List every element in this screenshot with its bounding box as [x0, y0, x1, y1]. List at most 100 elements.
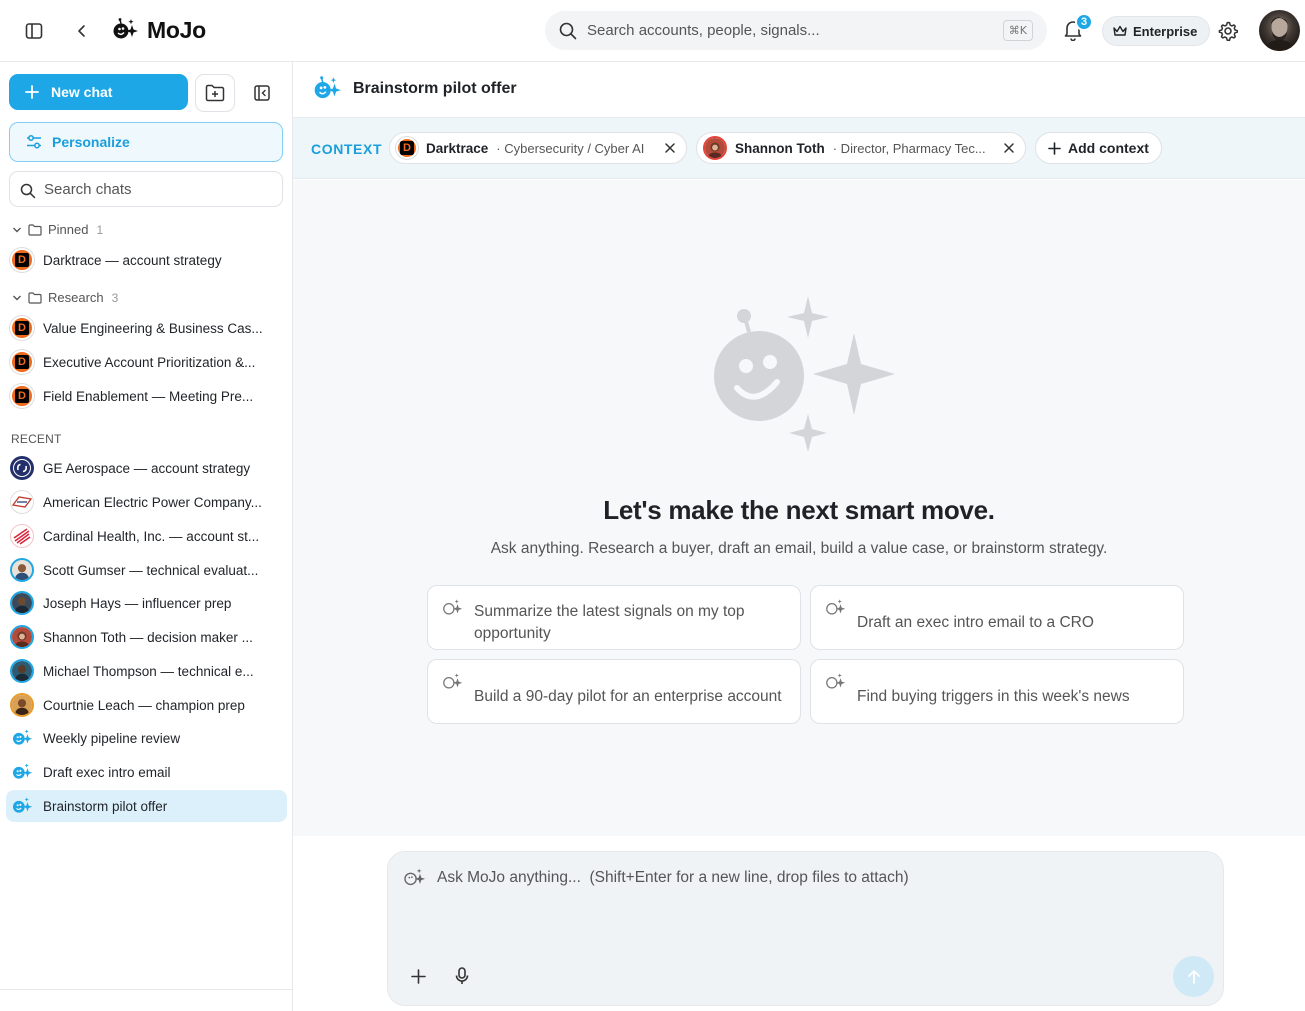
message-input[interactable] — [437, 869, 1197, 929]
new-chat-button[interactable]: New chat — [9, 74, 188, 110]
plus-icon — [410, 968, 426, 984]
send-button[interactable] — [1173, 956, 1214, 997]
context-chip-darktrace[interactable]: D Darktrace · Cybersecurity / Cyber AI — [389, 132, 687, 164]
ge-logo-icon — [10, 456, 34, 480]
main-panel: Brainstorm pilot offer CONTEXT D Darktra… — [293, 62, 1305, 1011]
chat-item-recent[interactable]: Courtnie Leach — champion prep — [6, 689, 287, 721]
suggestion-card[interactable]: Build a 90-day pilot for an enterprise a… — [427, 659, 801, 724]
pinned-count: 1 — [96, 222, 104, 237]
darktrace-logo-icon: D — [10, 350, 34, 374]
top-bar: MoJo ⌘K 3 Enterprise — [0, 0, 1305, 62]
search-icon — [559, 22, 577, 39]
suggestion-label: Draft an exec intro email to a CRO — [857, 613, 1094, 631]
darktrace-logo-icon: D — [10, 316, 34, 340]
microphone-icon — [455, 967, 469, 984]
attach-button[interactable] — [406, 964, 430, 988]
context-chip-sub: · Cybersecurity / Cyber AI — [496, 140, 645, 156]
search-shortcut-hint: ⌘K — [1002, 20, 1033, 41]
remove-context-button[interactable] — [1001, 140, 1017, 156]
chat-item-recent[interactable]: GE Aerospace — account strategy — [6, 452, 287, 484]
chat-item-recent[interactable]: Shannon Toth — decision maker ... — [6, 621, 287, 653]
chat-item-label: Brainstorm pilot offer — [43, 798, 168, 814]
chat-item-label: Weekly pipeline review — [43, 730, 181, 746]
darktrace-logo-icon: D — [396, 137, 418, 159]
global-search[interactable]: ⌘K — [545, 11, 1047, 50]
suggestion-card[interactable]: Summarize the latest signals on my top o… — [427, 585, 801, 650]
sidebar: New chat Personalize Pinned 1 D Darktrac… — [0, 62, 293, 1011]
gear-icon — [1218, 21, 1239, 41]
research-label: Research — [48, 290, 104, 305]
suggestion-card[interactable]: Find buying triggers in this week's news — [810, 659, 1184, 724]
sidebar-collapse-icon — [254, 85, 270, 101]
notification-count-badge: 3 — [1075, 13, 1093, 31]
chat-item-label: Scott Gumser — technical evaluat... — [43, 562, 259, 578]
collapse-sidebar-button[interactable] — [242, 74, 282, 112]
mojo-sparkle-icon — [10, 726, 34, 750]
chat-item-label: Draft exec intro email — [43, 764, 171, 780]
context-chip-name: Shannon Toth — [735, 140, 825, 156]
new-chat-label: New chat — [51, 84, 113, 100]
context-bar: CONTEXT D Darktrace · Cybersecurity / Cy… — [293, 117, 1305, 179]
chat-item-recent[interactable]: Scott Gumser — technical evaluat... — [6, 554, 287, 586]
user-avatar[interactable] — [1259, 10, 1300, 51]
chat-item-label: Shannon Toth — decision maker ... — [43, 629, 253, 645]
chat-item-label: Value Engineering & Business Cas... — [43, 320, 263, 336]
chat-item-label: Michael Thompson — technical e... — [43, 663, 254, 679]
pinned-label: Pinned — [48, 222, 89, 237]
global-search-input[interactable] — [587, 22, 987, 39]
mojo-sparkle-icon — [10, 794, 34, 818]
person-avatar — [10, 591, 34, 615]
mojo-logo[interactable]: MoJo — [111, 16, 206, 44]
search-chats[interactable] — [9, 171, 283, 207]
close-icon — [665, 143, 675, 153]
search-chats-input[interactable] — [44, 180, 264, 198]
arrow-up-icon — [1187, 969, 1200, 984]
add-context-button[interactable]: Add context — [1035, 132, 1162, 164]
enterprise-plan-button[interactable]: Enterprise — [1102, 16, 1211, 46]
folder-icon — [28, 291, 42, 304]
chat-item-recent[interactable]: American Electric Power Company... — [6, 486, 287, 518]
mojo-sparkle-icon — [10, 760, 34, 784]
chat-item-research-2[interactable]: D Executive Account Prioritization &... — [6, 346, 287, 378]
new-folder-button[interactable] — [195, 74, 235, 112]
chat-item-recent[interactable]: Cardinal Health, Inc. — account st... — [6, 520, 287, 552]
personalize-button[interactable]: Personalize — [9, 122, 283, 162]
empty-state-subline: Ask anything. Research a buyer, draft an… — [490, 540, 1108, 557]
chat-item-darktrace-strategy[interactable]: D Darktrace — account strategy — [6, 244, 287, 276]
research-group-header[interactable]: Research 3 — [12, 290, 118, 305]
chat-item-recent[interactable]: Weekly pipeline review — [6, 722, 287, 754]
chat-item-research-3[interactable]: D Field Enablement — Meeting Pre... — [6, 380, 287, 412]
chat-item-label: American Electric Power Company... — [43, 494, 262, 510]
chat-item-label: Cardinal Health, Inc. — account st... — [43, 528, 260, 544]
chat-item-recent-active[interactable]: Brainstorm pilot offer — [6, 790, 287, 822]
message-composer — [387, 851, 1224, 1006]
context-chip-shannon-toth[interactable]: Shannon Toth · Director, Pharmacy Tec... — [696, 132, 1026, 164]
chat-item-recent[interactable]: Draft exec intro email — [6, 756, 287, 788]
mojo-sparkle-icon — [826, 599, 846, 615]
pinned-group-header[interactable]: Pinned 1 — [12, 222, 103, 237]
recent-section-label: RECENT — [11, 432, 62, 446]
back-chevron-icon[interactable] — [72, 21, 92, 41]
mojo-sparkle-icon — [443, 673, 463, 689]
person-avatar — [703, 136, 727, 160]
aep-logo-icon — [10, 490, 34, 514]
search-icon — [20, 183, 36, 199]
chevron-down-icon — [13, 295, 21, 300]
chat-item-research-1[interactable]: D Value Engineering & Business Cas... — [6, 312, 287, 344]
darktrace-logo-icon: D — [10, 384, 34, 408]
chat-item-label: Darktrace — account strategy — [43, 252, 222, 268]
plan-label: Enterprise — [1133, 23, 1198, 39]
context-chip-name: Darktrace — [426, 140, 489, 156]
toggle-sidebar-icon[interactable] — [24, 21, 44, 41]
voice-input-button[interactable] — [450, 964, 474, 988]
remove-context-button[interactable] — [662, 140, 678, 156]
crown-icon — [1113, 25, 1127, 36]
suggestion-card[interactable]: Draft an exec intro email to a CRO — [810, 585, 1184, 650]
chevron-down-icon — [13, 227, 21, 232]
settings-button[interactable] — [1217, 20, 1239, 45]
plus-icon — [25, 85, 39, 99]
empty-state-headline: Let's make the next smart move. — [603, 495, 995, 525]
chat-item-recent[interactable]: Joseph Hays — influencer prep — [6, 587, 287, 619]
context-chip-sub: · Director, Pharmacy Tec... — [832, 140, 986, 156]
chat-item-recent[interactable]: Michael Thompson — technical e... — [6, 655, 287, 687]
